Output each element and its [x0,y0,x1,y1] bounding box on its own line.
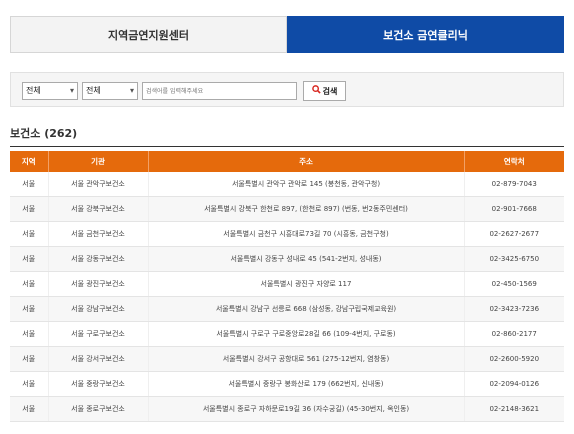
cell-phone: 02-2094-0126 [464,371,564,397]
cell-region: 서울 [10,271,49,297]
column-header-organization: 기관 [48,151,149,172]
region-select-value: 전체 [26,86,41,95]
tab-regional-center[interactable]: 지역금연지원센터 [10,16,287,53]
cell-region: 서울 [10,196,49,222]
cell-phone: 02-3423-7236 [464,296,564,322]
table-row[interactable]: 서울 서울 관악구보건소 서울특별시 관악구 관악로 145 (봉천동, 관악구청)… [10,172,564,197]
cell-address: 서울특별시 강동구 성내로 45 (541-2번지, 성내동) [148,246,465,272]
cell-phone: 02-2148-3621 [464,396,564,422]
table-row[interactable]: 서울 서울 구로구보건소 서울특별시 구로구 구로중앙로28길 66 (109-4번… [10,321,564,347]
cell-organization: 서울 강북구보건소 [48,196,149,222]
table-row[interactable]: 서울 서울 강북구보건소 서울특별시 강북구 한천로 897, (한천로 897) … [10,196,564,222]
cell-organization: 서울 구로구보건소 [48,321,149,347]
search-icon [311,85,321,97]
cell-address: 서울특별시 강남구 선릉로 668 (삼성동, 강남구립국제교육원) [148,296,465,322]
column-header-region: 지역 [10,151,49,172]
table-header-row: 지역 기관 주소 연락처 [10,151,564,172]
tab-bar: 지역금연지원센터 보건소 금연클리닉 [10,16,564,53]
cell-address: 서울특별시 강서구 공항대로 561 (275-12번지, 염창동) [148,346,465,372]
cell-region: 서울 [10,321,49,347]
cell-organization: 서울 강서구보건소 [48,346,149,372]
cell-address: 서울특별시 관악구 관악로 145 (봉천동, 관악구청) [148,172,465,197]
cell-phone: 02-2600-5920 [464,346,564,372]
cell-phone: 02-901-7668 [464,196,564,222]
cell-phone: 02-860-2177 [464,321,564,347]
cell-region: 서울 [10,296,49,322]
cell-address: 서울특별시 중랑구 봉화산로 179 (662번지, 신내동) [148,371,465,397]
chevron-down-icon: ▾ [69,86,74,95]
table-row[interactable]: 서울 서울 광진구보건소 서울특별시 광진구 자양로 117 02-450-1569 [10,271,564,297]
cell-organization: 서울 강남구보건소 [48,296,149,322]
table-row[interactable]: 서울 서울 강남구보건소 서울특별시 강남구 선릉로 668 (삼성동, 강남구립국… [10,296,564,322]
search-input[interactable] [142,82,297,100]
search-panel: 전체 ▾ 전체 ▾ 검색 [10,72,564,107]
cell-address: 서울특별시 종로구 자하문로19길 36 (자수궁길) (45-30번지, 옥인… [148,396,465,422]
cell-region: 서울 [10,346,49,372]
clinic-table: 지역 기관 주소 연락처 서울 서울 관악구보건소 서울특별시 관악구 관악로 14… [10,151,564,422]
cell-organization: 서울 강동구보건소 [48,246,149,272]
search-button-label: 검색 [322,86,338,96]
cell-phone: 02-450-1569 [464,271,564,297]
cell-region: 서울 [10,396,49,422]
cell-organization: 서울 종로구보건소 [48,396,149,422]
search-button[interactable]: 검색 [303,81,346,101]
column-header-phone: 연락처 [464,151,564,172]
cell-phone: 02-3425-6750 [464,246,564,272]
table-row[interactable]: 서울 서울 강동구보건소 서울특별시 강동구 성내로 45 (541-2번지, 성내… [10,246,564,272]
table-row[interactable]: 서울 서울 강서구보건소 서울특별시 강서구 공항대로 561 (275-12번지,… [10,346,564,372]
table-row[interactable]: 서울 서울 중랑구보건소 서울특별시 중랑구 봉화산로 179 (662번지, 신내… [10,371,564,397]
cell-address: 서울특별시 금천구 시흥대로73길 70 (시흥동, 금천구청) [148,221,465,247]
result-heading: 보건소 (262) [10,127,78,140]
district-select[interactable]: 전체 ▾ [82,82,138,100]
cell-region: 서울 [10,172,49,197]
cell-organization: 서울 관악구보건소 [48,172,149,197]
cell-address: 서울특별시 구로구 구로중앙로28길 66 (109-4번지, 구로동) [148,321,465,347]
district-select-value: 전체 [86,86,101,95]
cell-address: 서울특별시 강북구 한천로 897, (한천로 897) (번동, 번2동주민센… [148,196,465,222]
cell-organization: 서울 중랑구보건소 [48,371,149,397]
table-row[interactable]: 서울 서울 금천구보건소 서울특별시 금천구 시흥대로73길 70 (시흥동, 금천… [10,221,564,247]
cell-region: 서울 [10,371,49,397]
cell-phone: 02-879-7043 [464,172,564,197]
cell-phone: 02-2627-2677 [464,221,564,247]
cell-organization: 서울 광진구보건소 [48,271,149,297]
column-header-address: 주소 [148,151,465,172]
cell-region: 서울 [10,221,49,247]
cell-region: 서울 [10,246,49,272]
table-row[interactable]: 서울 서울 종로구보건소 서울특별시 종로구 자하문로19길 36 (자수궁길) (… [10,396,564,422]
region-select[interactable]: 전체 ▾ [22,82,78,100]
chevron-down-icon: ▾ [129,86,134,95]
heading-divider [10,146,564,147]
cell-address: 서울특별시 광진구 자양로 117 [148,271,465,297]
tab-health-center-clinic[interactable]: 보건소 금연클리닉 [287,16,564,53]
cell-organization: 서울 금천구보건소 [48,221,149,247]
